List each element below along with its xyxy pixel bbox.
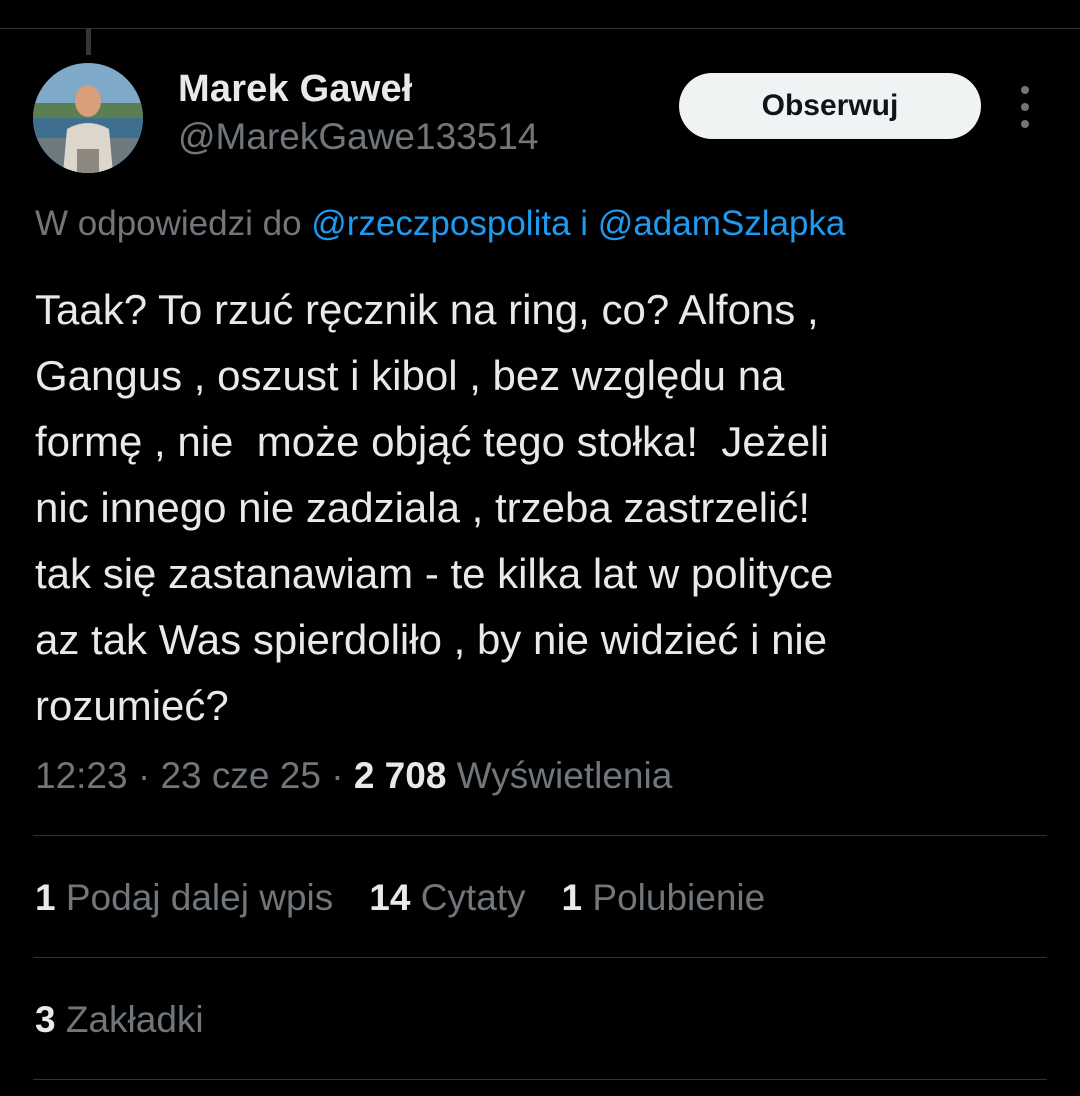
thread-connector-line — [86, 29, 91, 55]
more-dot — [1021, 86, 1029, 94]
tweet-meta: 12:23 · 23 cze 25 · 2 708 Wyświetlenia — [35, 755, 672, 797]
meta-separator: · — [331, 755, 344, 796]
tweet-time[interactable]: 12:23 — [35, 755, 128, 796]
quotes-count: 14 — [369, 877, 411, 918]
quotes-label: Cytaty — [420, 877, 526, 918]
follow-button[interactable]: Obserwuj — [679, 73, 981, 139]
divider — [33, 835, 1047, 836]
reply-prefix: W odpowiedzi do — [35, 204, 302, 243]
likes-count: 1 — [561, 877, 583, 918]
reposts-label: Podaj dalej wpis — [65, 877, 334, 918]
bookmarks-label: Zakładki — [65, 999, 204, 1040]
divider — [33, 1079, 1047, 1080]
bookmarks-stat[interactable]: 3 Zakładki — [35, 999, 204, 1041]
top-divider — [0, 28, 1080, 29]
avatar[interactable] — [33, 63, 143, 173]
engagement-stats: 1 Podaj dalej wpis 14 Cytaty 1 Polubieni… — [35, 877, 801, 919]
more-dot — [1021, 120, 1029, 128]
more-dot — [1021, 103, 1029, 111]
quotes-stat[interactable]: 14 Cytaty — [369, 877, 525, 919]
avatar-image — [33, 63, 143, 173]
bookmarks-count: 3 — [35, 999, 56, 1040]
likes-label: Polubienie — [592, 877, 766, 918]
author-name[interactable]: Marek Gaweł — [178, 68, 413, 111]
likes-stat[interactable]: 1 Polubienie — [562, 877, 766, 919]
views-label: Wyświetlenia — [456, 755, 673, 796]
author-handle[interactable]: @MarekGawe133514 — [178, 116, 538, 158]
mention-rzeczpospolita[interactable]: @rzeczpospolita — [311, 204, 570, 243]
reply-conjunction: i — [580, 204, 589, 243]
views-count: 2 708 — [353, 755, 447, 796]
mention-adamszlapka[interactable]: @adamSzlapka — [598, 204, 846, 243]
tweet-text: Taak? To rzuć ręcznik na ring, co? Alfon… — [35, 286, 834, 729]
reply-context: W odpowiedzi do @rzeczpospolita i @adamS… — [35, 204, 845, 244]
reposts-count: 1 — [35, 877, 56, 918]
more-vertical-icon[interactable] — [1010, 86, 1040, 128]
tweet-date[interactable]: 23 cze 25 — [160, 755, 320, 796]
divider — [33, 957, 1047, 958]
meta-separator: · — [137, 755, 151, 796]
reposts-stat[interactable]: 1 Podaj dalej wpis — [35, 877, 333, 919]
